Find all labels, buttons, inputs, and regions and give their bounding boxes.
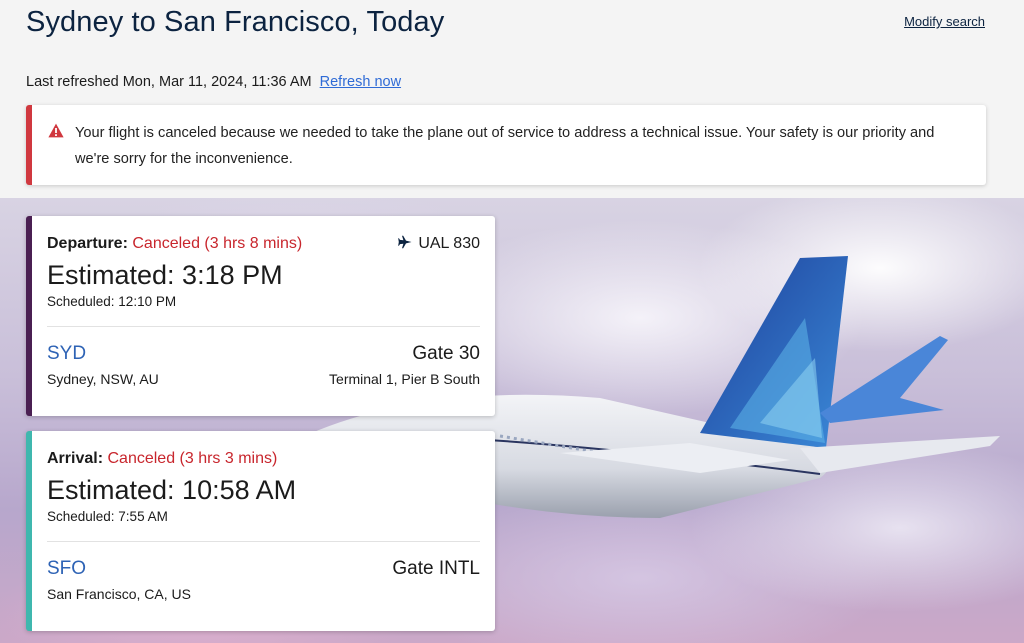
alert-message: Your flight is canceled because we neede… bbox=[75, 125, 935, 167]
departure-terminal: Terminal 1, Pier B South bbox=[329, 371, 480, 387]
refresh-row: Last refreshed Mon, Mar 11, 2024, 11:36 … bbox=[26, 74, 401, 90]
arrival-status: Arrival: Canceled (3 hrs 3 mins) bbox=[47, 450, 277, 468]
arrival-estimated: Estimated: 10:58 AM bbox=[47, 475, 297, 505]
page-title: Sydney to San Francisco, Today bbox=[26, 6, 445, 38]
arrival-airport-code[interactable]: SFO bbox=[47, 558, 86, 580]
departure-scheduled: Scheduled: 12:10 PM bbox=[47, 294, 177, 309]
departure-label: Departure: bbox=[47, 235, 128, 252]
departure-airport-city: Sydney, NSW, AU bbox=[47, 371, 159, 387]
arrival-card: Arrival: Canceled (3 hrs 3 mins) Estimat… bbox=[26, 431, 495, 631]
modify-search-link[interactable]: Modify search bbox=[904, 14, 985, 29]
airplane-icon bbox=[398, 235, 412, 249]
arrival-label: Arrival: bbox=[47, 450, 104, 467]
departure-card: Departure: Canceled (3 hrs 8 mins) UAL 8… bbox=[26, 216, 495, 416]
cancellation-alert: Your flight is canceled because we neede… bbox=[26, 105, 986, 185]
arrival-gate: Gate INTL bbox=[392, 558, 480, 579]
arrival-canceled-status: Canceled (3 hrs 3 mins) bbox=[107, 450, 278, 467]
last-refreshed-text: Last refreshed Mon, Mar 11, 2024, 11:36 … bbox=[26, 74, 312, 90]
flight-number: UAL 830 bbox=[398, 235, 480, 253]
departure-airport-code[interactable]: SYD bbox=[47, 343, 86, 365]
divider bbox=[47, 326, 480, 327]
departure-canceled-status: Canceled (3 hrs 8 mins) bbox=[132, 235, 303, 252]
divider bbox=[47, 541, 480, 542]
departure-estimated: Estimated: 3:18 PM bbox=[47, 260, 283, 290]
arrival-airport-city: San Francisco, CA, US bbox=[47, 586, 191, 602]
refresh-now-link[interactable]: Refresh now bbox=[320, 74, 401, 90]
flight-number-text: UAL 830 bbox=[418, 235, 480, 252]
departure-status: Departure: Canceled (3 hrs 8 mins) bbox=[47, 235, 302, 253]
departure-gate: Gate 30 bbox=[412, 343, 480, 364]
arrival-scheduled: Scheduled: 7:55 AM bbox=[47, 509, 168, 524]
page-header: Sydney to San Francisco, Today Modify se… bbox=[0, 0, 1024, 198]
warning-icon bbox=[48, 123, 64, 138]
